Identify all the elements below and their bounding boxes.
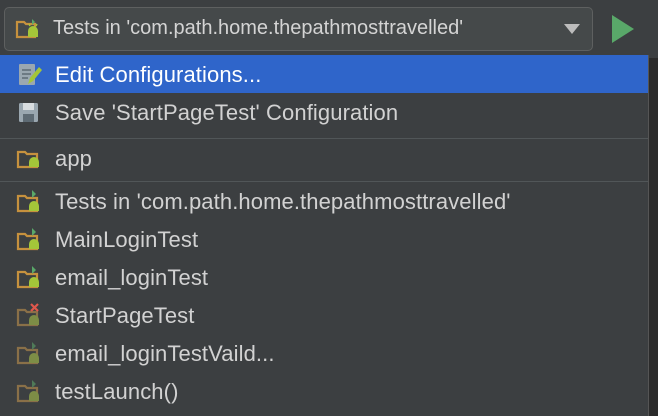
menu-item-module-app[interactable]: app <box>0 139 648 177</box>
menu-item-configuration[interactable]: testLaunch() <box>0 372 648 410</box>
android-test-error-icon <box>16 303 44 334</box>
chevron-down-icon <box>564 24 580 34</box>
android-module-icon <box>16 146 44 177</box>
menu-item-label: StartPageTest <box>55 303 195 328</box>
menu-item-label: testLaunch() <box>55 379 179 404</box>
menu-item-label: Edit Configurations... <box>55 62 262 87</box>
menu-item-label: app <box>55 146 93 171</box>
run-icon <box>612 15 634 43</box>
menu-item-save-configuration[interactable]: Save 'StartPageTest' Configuration <box>0 93 648 131</box>
run-button[interactable] <box>603 11 639 47</box>
edit-configurations-icon <box>16 62 42 93</box>
android-test-folder-icon <box>15 17 41 46</box>
editor-edge <box>649 58 658 416</box>
menu-item-label: email_loginTestVaild... <box>55 341 275 366</box>
android-test-icon <box>16 341 44 372</box>
run-configuration-selector[interactable]: Tests in 'com.path.home.thepathmosttrave… <box>4 7 593 51</box>
android-test-icon <box>16 379 44 410</box>
menu-item-configuration[interactable]: MainLoginTest <box>0 220 648 258</box>
menu-item-edit-configurations[interactable]: Edit Configurations... <box>0 55 648 93</box>
run-configurations-popup: Edit Configurations... Save 'StartPageTe… <box>0 55 649 416</box>
toolbar: Tests in 'com.path.home.thepathmosttrave… <box>0 0 658 58</box>
menu-item-label: MainLoginTest <box>55 227 199 252</box>
menu-item-configuration[interactable]: Tests in 'com.path.home.thepathmosttrave… <box>0 182 648 220</box>
menu-item-configuration[interactable]: email_loginTest <box>0 258 648 296</box>
menu-item-label: Save 'StartPageTest' Configuration <box>55 100 399 125</box>
ide-window: Tests in 'com.path.home.thepathmosttrave… <box>0 0 658 416</box>
menu-item-label: email_loginTest <box>55 265 209 290</box>
run-configuration-label: Tests in 'com.path.home.thepathmosttrave… <box>53 17 464 39</box>
android-test-icon <box>16 189 44 220</box>
android-test-icon <box>16 265 44 296</box>
menu-item-label: Tests in 'com.path.home.thepathmosttrave… <box>55 189 511 214</box>
android-test-icon <box>16 227 44 258</box>
save-icon <box>16 100 42 131</box>
menu-item-configuration[interactable]: StartPageTest <box>0 296 648 334</box>
menu-item-configuration[interactable]: email_loginTestVaild... <box>0 334 648 372</box>
